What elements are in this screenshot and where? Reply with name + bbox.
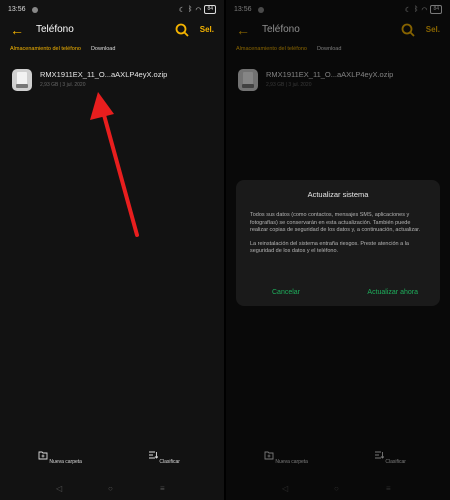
- page-title: Teléfono: [36, 24, 74, 35]
- search-icon[interactable]: [174, 22, 190, 38]
- update-now-button[interactable]: Actualizar ahora: [367, 289, 418, 296]
- dialog-message: Todos sus datos (como contactos, mensaje…: [250, 212, 426, 262]
- file-name: RMX1911EX_11_O...aAXLP4eyX.ozip: [40, 70, 168, 79]
- right-screen: 13:56 ☾ ᛒ ◠ 84 ← Teléfono Sel. Almacenam…: [226, 0, 450, 500]
- back-arrow-icon[interactable]: ←: [10, 23, 24, 37]
- dialog-paragraph-1: Todos sus datos (como contactos, mensaje…: [250, 212, 421, 233]
- app-bar: ← Teléfono Sel.: [0, 20, 224, 42]
- sort-icon: [149, 451, 159, 459]
- status-bar: 13:56 ☾ ᛒ ◠ 84: [8, 5, 216, 17]
- breadcrumb: Almacenamiento del teléfono Download: [10, 46, 115, 52]
- sort-label: Clasificar: [159, 459, 180, 465]
- update-system-dialog: Actualizar sistema Todos sus datos (como…: [236, 180, 440, 306]
- notification-dot-icon: [32, 7, 38, 13]
- file-meta: 2,93 GB | 3 jul. 2020: [40, 82, 86, 88]
- zip-file-icon: [12, 69, 32, 91]
- left-screen: 13:56 ☾ ᛒ ◠ 84 ← Teléfono Sel. Almacenam…: [0, 0, 224, 500]
- new-folder-icon: [38, 451, 48, 460]
- breadcrumb-download[interactable]: Download: [91, 46, 115, 52]
- nav-home-icon[interactable]: ○: [108, 484, 113, 493]
- dialog-paragraph-2: La reinstalación del sistema entraña rie…: [250, 240, 409, 255]
- new-folder-button[interactable]: Nueva carpeta: [30, 450, 90, 465]
- nav-menu-icon[interactable]: ≡: [160, 484, 165, 493]
- system-navigation-bar: ◁ ○ ≡: [0, 484, 224, 494]
- select-button[interactable]: Sel.: [200, 25, 214, 34]
- wifi-icon: ◠: [195, 6, 202, 14]
- file-list-item[interactable]: RMX1911EX_11_O...aAXLP4eyX.ozip 2,93 GB …: [12, 68, 214, 92]
- cancel-button[interactable]: Cancelar: [272, 289, 300, 296]
- dialog-title: Actualizar sistema: [307, 190, 369, 199]
- bottom-toolbar: Nueva carpeta Clasificar: [0, 450, 224, 480]
- moon-icon: ☾: [178, 6, 186, 14]
- nav-back-icon[interactable]: ◁: [56, 484, 62, 493]
- breadcrumb-storage[interactable]: Almacenamiento del teléfono: [10, 46, 81, 52]
- battery-indicator: 84: [204, 5, 216, 14]
- sort-button[interactable]: Clasificar: [134, 450, 194, 465]
- status-time: 13:56: [8, 6, 26, 13]
- bluetooth-icon: ᛒ: [188, 6, 193, 13]
- new-folder-label: Nueva carpeta: [49, 459, 82, 465]
